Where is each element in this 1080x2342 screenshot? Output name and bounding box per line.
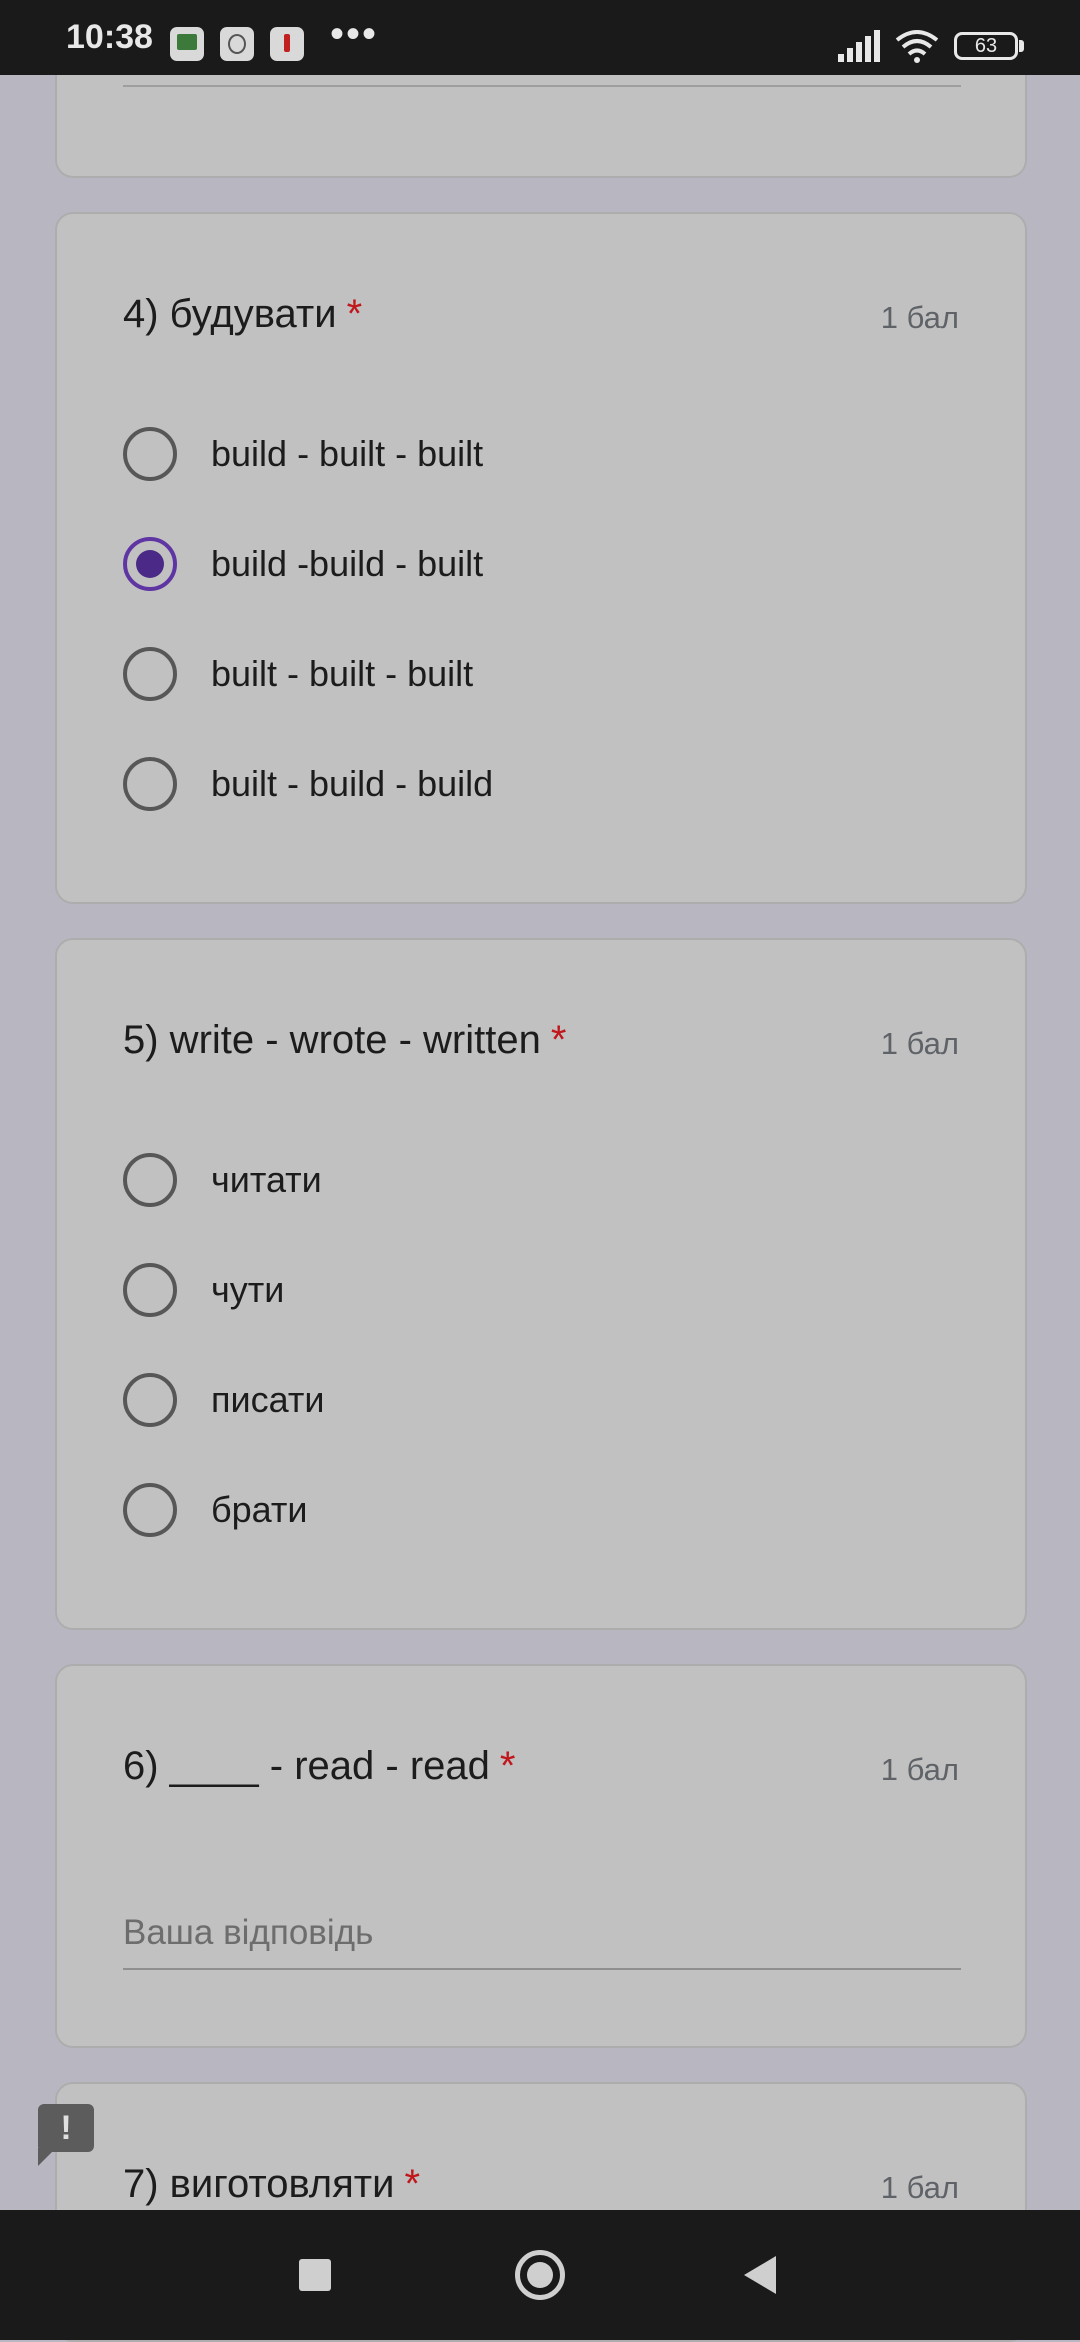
previous-answer-underline: [123, 85, 961, 87]
question-title-text: 4) будувати: [123, 292, 337, 336]
status-bar: 10:38 ••• 63: [0, 0, 1080, 75]
question-card-6: 6) ____ - read - read * 1 бал Ваша відпов…: [55, 1664, 1027, 2048]
recent-apps-icon[interactable]: [299, 2259, 331, 2291]
report-feedback-icon[interactable]: !: [38, 2104, 94, 2166]
required-marker: *: [404, 2162, 421, 2206]
question-points: 1 бал: [880, 2170, 959, 2205]
radio-button[interactable]: [123, 1373, 177, 1427]
radio-button[interactable]: [123, 427, 177, 481]
option-label: build - built - built: [211, 433, 484, 474]
question-title-text: 5) write - wrote - written: [123, 1018, 541, 1062]
question-points: 1 бал: [880, 1752, 959, 1787]
option-label: чути: [211, 1269, 285, 1310]
navigation-bar: [0, 2210, 1080, 2340]
question-title: 6) ____ - read - read *: [123, 1744, 515, 1789]
question-points: 1 бал: [880, 1026, 959, 1061]
j-app-notification-icon: [270, 27, 304, 61]
radio-option-selected[interactable]: build -build - built: [123, 534, 943, 594]
status-time: 10:38: [66, 18, 153, 56]
option-label: build -build - built: [211, 543, 484, 584]
radio-option[interactable]: писати: [123, 1370, 943, 1430]
question-title: 7) виготовляти *: [123, 2162, 420, 2207]
classroom-notification-icon: [170, 27, 204, 61]
question-title-text: 7) виготовляти: [123, 2162, 395, 2206]
radio-option[interactable]: built - build - build: [123, 754, 943, 814]
battery-icon: 63: [954, 32, 1018, 60]
radio-option[interactable]: брати: [123, 1480, 943, 1540]
question-title: 4) будувати *: [123, 292, 362, 337]
radio-button[interactable]: [123, 1483, 177, 1537]
radio-option[interactable]: чути: [123, 1260, 943, 1320]
option-label: брати: [211, 1489, 308, 1530]
wifi-icon: [895, 30, 939, 63]
option-label: built - built - built: [211, 653, 474, 694]
radio-button[interactable]: [123, 757, 177, 811]
question-title: 5) write - wrote - written *: [123, 1018, 566, 1063]
radio-button[interactable]: [123, 1263, 177, 1317]
back-icon[interactable]: [744, 2256, 776, 2294]
more-notifications-icon: •••: [330, 12, 379, 56]
radio-option[interactable]: built - built - built: [123, 644, 943, 704]
required-marker: *: [346, 292, 363, 336]
home-icon[interactable]: [515, 2250, 565, 2300]
radio-button[interactable]: [123, 647, 177, 701]
option-label: писати: [211, 1379, 325, 1420]
question-card-4: 4) будувати * 1 бал build - built - built…: [55, 212, 1027, 904]
question-card-5: 5) write - wrote - written * 1 бал читати…: [55, 938, 1027, 1630]
required-marker: *: [550, 1018, 567, 1062]
app-notification-icon: [220, 27, 254, 61]
radio-option[interactable]: build - built - built: [123, 424, 943, 484]
required-marker: *: [499, 1744, 516, 1788]
battery-tip: [1019, 40, 1024, 52]
radio-button[interactable]: [123, 1153, 177, 1207]
question-title-text: 6) ____ - read - read: [123, 1744, 490, 1788]
signal-icon: [838, 30, 880, 62]
option-label: built - build - build: [211, 763, 494, 804]
short-answer-input[interactable]: Ваша відповідь: [123, 1898, 961, 1970]
radio-option[interactable]: читати: [123, 1150, 943, 1210]
radio-button-selected[interactable]: [123, 537, 177, 591]
option-label: читати: [211, 1159, 322, 1200]
question-points: 1 бал: [880, 300, 959, 335]
